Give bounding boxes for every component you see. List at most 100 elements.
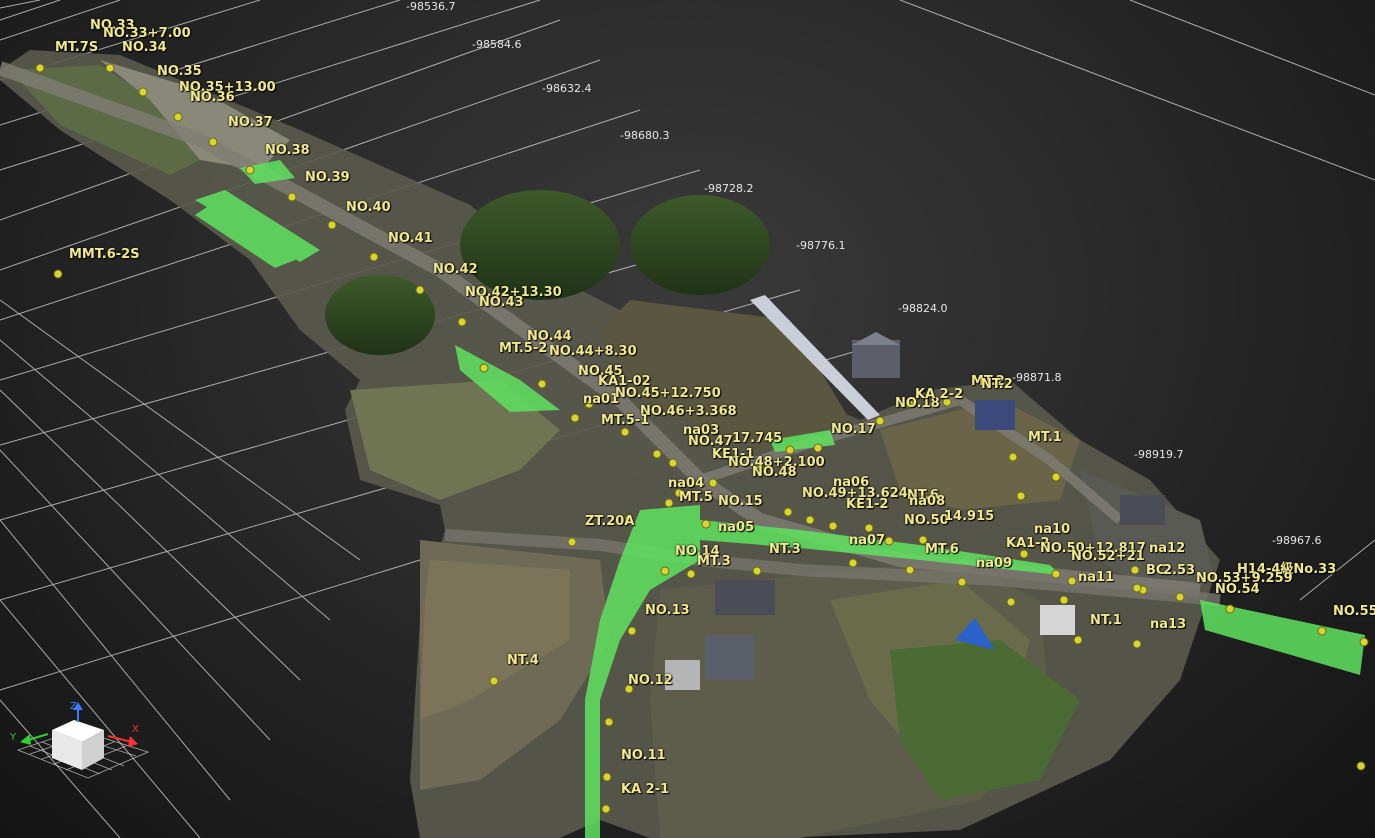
survey-point-label[interactable]: 17.745 (732, 431, 782, 446)
survey-point-label[interactable]: KA 2-2 (915, 387, 963, 402)
survey-point-marker[interactable] (627, 626, 637, 636)
survey-point-label[interactable]: MMT.6-2S (69, 247, 140, 262)
survey-point-label[interactable]: NO.36 (190, 90, 235, 105)
survey-point-marker[interactable] (1008, 452, 1018, 462)
survey-point-marker[interactable] (813, 443, 823, 453)
survey-point-label[interactable]: KA 2-1 (621, 782, 669, 797)
survey-point-label[interactable]: NT.4 (507, 653, 539, 668)
survey-point-label[interactable]: na05 (718, 520, 754, 535)
point-cloud-viewport[interactable]: -98536.7 -98584.6 -98632.4 -98680.3 -98728.2… (0, 0, 1375, 838)
survey-point-label[interactable]: NO.39 (305, 170, 350, 185)
survey-point-marker[interactable] (1016, 491, 1026, 501)
survey-point-marker[interactable] (1175, 592, 1185, 602)
survey-point-label[interactable]: NT.2 (981, 377, 1013, 392)
survey-point-marker[interactable] (489, 676, 499, 686)
survey-point-label[interactable]: NO.48 (752, 465, 797, 480)
survey-point-marker[interactable] (570, 413, 580, 423)
survey-point-label[interactable]: NO.50 (904, 513, 949, 528)
survey-point-label[interactable]: KE1-2 (846, 497, 888, 512)
survey-point-label[interactable]: NO.37 (228, 115, 273, 130)
survey-point-marker[interactable] (1073, 635, 1083, 645)
survey-point-label[interactable]: NO.12 (628, 673, 673, 688)
survey-point-label[interactable]: NT.1 (1090, 613, 1122, 628)
survey-point-marker[interactable] (287, 192, 297, 202)
survey-point-label[interactable]: na13 (1150, 617, 1186, 632)
survey-point-label[interactable]: na07 (849, 533, 885, 548)
survey-point-marker[interactable] (327, 220, 337, 230)
survey-point-marker[interactable] (479, 363, 489, 373)
survey-point-marker[interactable] (620, 427, 630, 437)
survey-point-marker[interactable] (208, 137, 218, 147)
survey-point-marker[interactable] (752, 566, 762, 576)
survey-point-label[interactable]: NO.40 (346, 200, 391, 215)
survey-point-marker[interactable] (785, 445, 795, 455)
survey-point-label[interactable]: NO.13 (645, 603, 690, 618)
survey-point-marker[interactable] (1006, 597, 1016, 607)
survey-point-marker[interactable] (245, 165, 255, 175)
survey-point-marker[interactable] (1132, 639, 1142, 649)
survey-point-marker[interactable] (828, 521, 838, 531)
survey-point-marker[interactable] (173, 112, 183, 122)
survey-point-label[interactable]: ZT.20A (585, 514, 634, 529)
survey-point-marker[interactable] (35, 63, 45, 73)
survey-point-label[interactable]: NO.15 (718, 494, 763, 509)
survey-point-marker[interactable] (1051, 472, 1061, 482)
survey-point-marker[interactable] (537, 379, 547, 389)
survey-point-marker[interactable] (1132, 583, 1142, 593)
survey-point-marker[interactable] (686, 569, 696, 579)
survey-point-marker[interactable] (805, 515, 815, 525)
survey-point-marker[interactable] (668, 458, 678, 468)
survey-point-label[interactable]: 2.53 (1163, 563, 1195, 578)
survey-point-marker[interactable] (1225, 604, 1235, 614)
survey-point-label[interactable]: MT.5-2 (499, 341, 547, 356)
survey-point-marker[interactable] (604, 717, 614, 727)
survey-point-label[interactable]: na12 (1149, 541, 1185, 556)
point-cloud-scene[interactable] (0, 0, 1375, 838)
survey-point-marker[interactable] (848, 558, 858, 568)
axis-orientation-gizmo[interactable]: Z X Y (8, 700, 158, 790)
survey-point-marker[interactable] (783, 507, 793, 517)
survey-point-label[interactable]: NT.3 (769, 542, 801, 557)
survey-point-marker[interactable] (1059, 595, 1069, 605)
survey-point-marker[interactable] (369, 252, 379, 262)
survey-point-label[interactable]: NO.11 (621, 748, 666, 763)
survey-point-label[interactable]: NO.42 (433, 262, 478, 277)
survey-point-marker[interactable] (884, 536, 894, 546)
survey-point-label[interactable]: MT.7S (55, 40, 98, 55)
survey-point-marker[interactable] (567, 537, 577, 547)
survey-point-marker[interactable] (1359, 637, 1369, 647)
survey-point-label[interactable]: na10 (1034, 522, 1070, 537)
survey-point-label[interactable]: na01 (583, 392, 619, 407)
survey-point-label[interactable]: na09 (976, 556, 1012, 571)
survey-point-label[interactable]: NO.46+3.368 (640, 404, 737, 419)
survey-point-label[interactable]: MT.1 (1028, 430, 1062, 445)
survey-point-marker[interactable] (1019, 549, 1029, 559)
survey-point-marker[interactable] (905, 565, 915, 575)
survey-point-marker[interactable] (1130, 565, 1140, 575)
survey-point-marker[interactable] (601, 804, 611, 814)
survey-point-marker[interactable] (1317, 626, 1327, 636)
survey-point-marker[interactable] (138, 87, 148, 97)
survey-point-label[interactable]: MT.5-1 (601, 413, 649, 428)
survey-point-marker[interactable] (864, 523, 874, 533)
survey-point-label[interactable]: na11 (1078, 570, 1114, 585)
survey-point-label[interactable]: NO.55 (1333, 604, 1375, 619)
survey-point-label[interactable]: NO.44+8.30 (549, 344, 637, 359)
survey-point-marker[interactable] (105, 63, 115, 73)
survey-point-marker[interactable] (415, 285, 425, 295)
survey-point-label[interactable]: NO.34 (122, 40, 167, 55)
survey-point-marker[interactable] (602, 772, 612, 782)
survey-point-marker[interactable] (701, 519, 711, 529)
survey-point-marker[interactable] (708, 478, 718, 488)
survey-point-label[interactable]: NO.41 (388, 231, 433, 246)
survey-point-label[interactable]: NO.33+7.00 (103, 26, 191, 41)
survey-point-marker[interactable] (660, 566, 670, 576)
survey-point-label[interactable]: MT.6 (925, 542, 959, 557)
survey-point-label[interactable]: NO.54 (1215, 582, 1260, 597)
survey-point-label[interactable]: na08 (909, 494, 945, 509)
survey-point-label[interactable]: 14.915 (944, 509, 994, 524)
survey-point-marker[interactable] (957, 577, 967, 587)
survey-point-marker[interactable] (1051, 569, 1061, 579)
survey-point-marker[interactable] (652, 449, 662, 459)
survey-point-marker[interactable] (53, 269, 63, 279)
